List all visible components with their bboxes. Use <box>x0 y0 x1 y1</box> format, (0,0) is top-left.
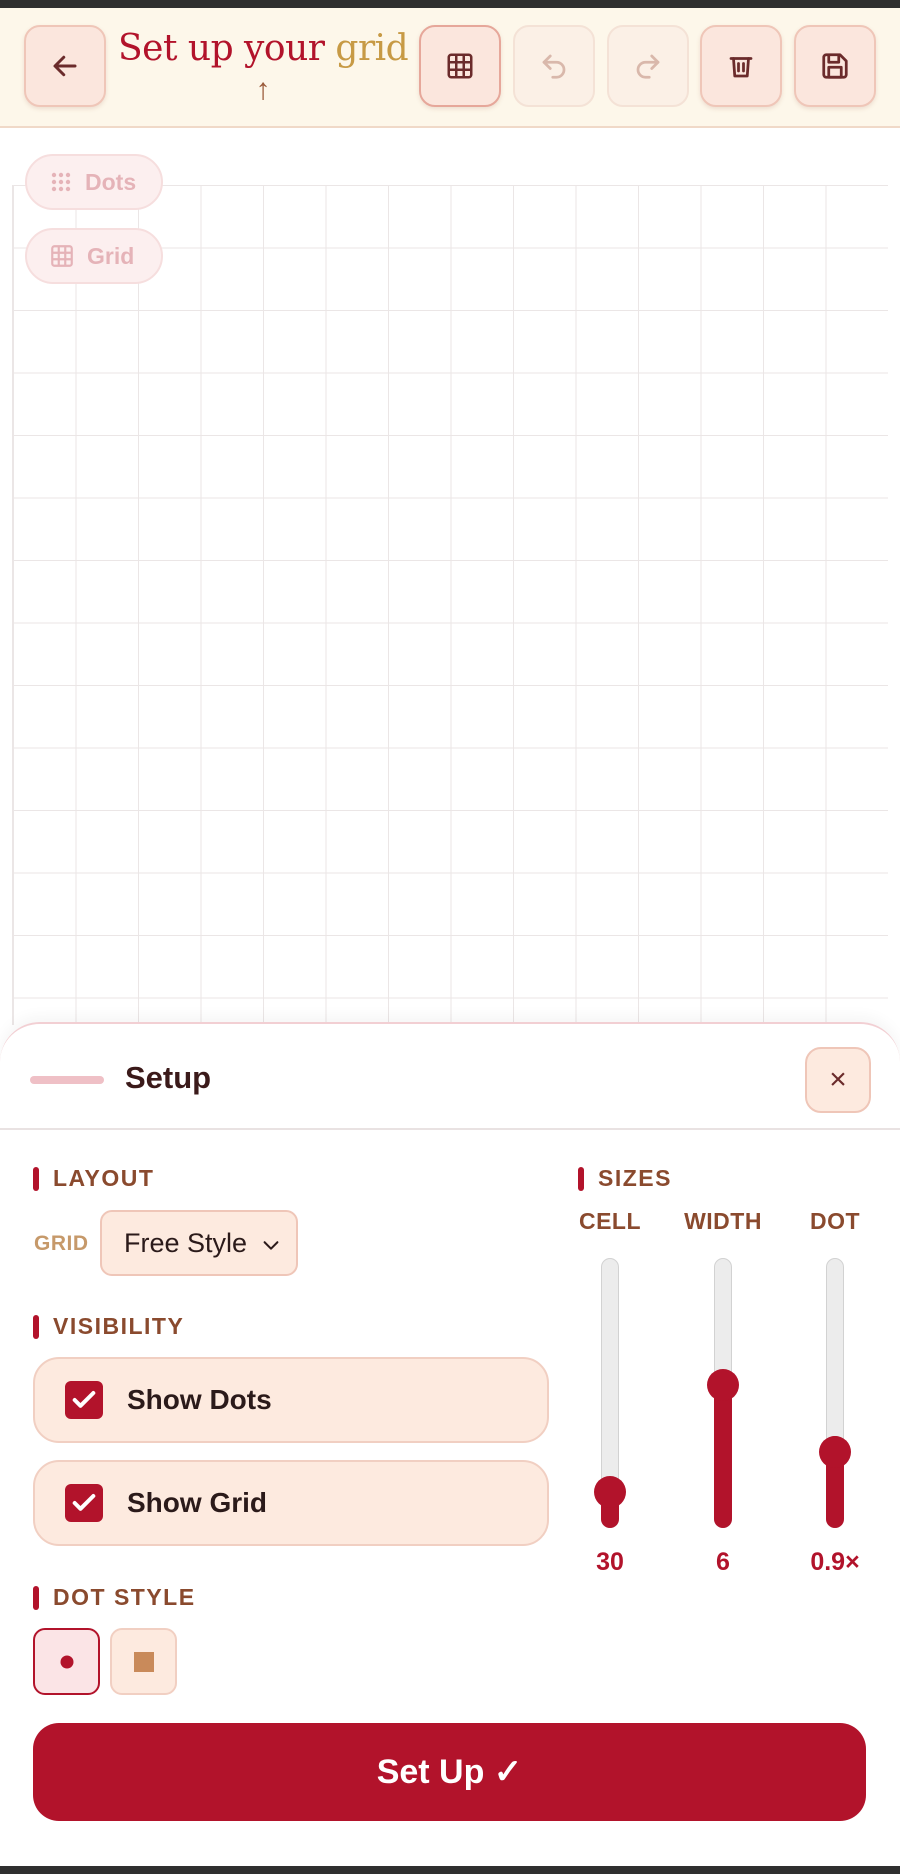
line-width-label: WIDTH <box>684 1208 762 1234</box>
undo-button[interactable] <box>513 25 595 107</box>
show-grid-checkbox[interactable] <box>65 1484 103 1522</box>
line-width-slider[interactable]: WIDTH 6 <box>668 1208 778 1576</box>
sheet-title: Setup <box>125 1060 212 1095</box>
line-width-knob[interactable] <box>707 1369 739 1401</box>
cell-size-track[interactable] <box>594 1258 626 1528</box>
grid-select-value: Free Style <box>124 1227 248 1258</box>
clear-button[interactable] <box>700 25 782 107</box>
dot-size-value: 0.9× <box>810 1548 860 1576</box>
back-button[interactable] <box>24 25 106 107</box>
grid-canvas[interactable] <box>12 185 888 1025</box>
title-arrow: ↑ <box>255 73 271 106</box>
show-grid-option[interactable]: Show Grid <box>33 1460 549 1546</box>
check-icon <box>72 1494 96 1511</box>
cell-size-value: 30 <box>596 1548 624 1576</box>
visibility-heading: VISIBILITY <box>33 1313 184 1340</box>
top-toolbar: Set up your grid ↑ <box>0 8 900 128</box>
grid-toggle[interactable]: Grid <box>25 228 163 284</box>
grid-select-label: GRID <box>34 1232 89 1255</box>
page-title: Set up your grid ↑ <box>118 16 409 126</box>
dot-size-slider[interactable]: DOT 0.9× <box>780 1208 890 1576</box>
dots-toggle[interactable]: Dots <box>25 154 163 210</box>
chevron-down-icon <box>263 1241 279 1250</box>
grid-toggle-label: Grid <box>87 242 135 269</box>
show-dots-label: Show Dots <box>127 1384 272 1415</box>
save-icon <box>822 53 848 79</box>
arrow-left-icon <box>53 55 77 77</box>
redo-icon <box>636 54 660 79</box>
window-edge-bottom <box>0 1866 900 1874</box>
show-dots-checkbox[interactable] <box>65 1381 103 1419</box>
grid-icon <box>447 53 473 79</box>
redo-button[interactable] <box>607 25 689 107</box>
dot-style-round-button[interactable] <box>33 1628 100 1695</box>
cell-size-label: CELL <box>578 1208 642 1234</box>
dot-size-knob[interactable] <box>819 1436 851 1468</box>
line-width-track[interactable] <box>707 1258 739 1528</box>
drag-handle[interactable] <box>30 1076 104 1084</box>
line-width-value: 6 <box>716 1548 730 1576</box>
dot-style-square-button[interactable] <box>110 1628 177 1695</box>
window-edge-top <box>0 0 900 8</box>
round-dot-icon <box>60 1655 73 1668</box>
show-dots-option[interactable]: Show Dots <box>33 1357 549 1443</box>
title-accent: grid <box>335 28 409 69</box>
check-icon <box>72 1391 96 1408</box>
set-up-button[interactable]: Set Up ✓ <box>33 1723 866 1821</box>
dot-style-heading: DOT STYLE <box>33 1584 196 1611</box>
title-main: Set up your <box>118 28 336 69</box>
set-up-label: Set Up ✓ <box>376 1753 523 1791</box>
undo-icon <box>542 54 566 79</box>
dot-size-label: DOT <box>809 1208 861 1234</box>
cell-size-knob[interactable] <box>594 1476 626 1508</box>
sheet-header: Setup × <box>0 1024 900 1130</box>
grid-toggle-button[interactable] <box>419 25 501 107</box>
layout-heading: LAYOUT <box>33 1165 154 1192</box>
dots-toggle-label: Dots <box>85 168 137 195</box>
show-grid-label: Show Grid <box>127 1487 267 1518</box>
close-button[interactable]: × <box>805 1047 871 1113</box>
square-dot-icon <box>133 1651 154 1672</box>
close-icon: × <box>829 1063 847 1096</box>
grid-select[interactable]: Free Style <box>100 1210 298 1276</box>
cell-size-slider[interactable]: CELL 30 <box>555 1208 665 1576</box>
trash-icon <box>729 57 753 78</box>
save-button[interactable] <box>794 25 876 107</box>
dot-size-track[interactable] <box>819 1258 851 1528</box>
grid-icon <box>49 243 75 269</box>
dots-icon <box>49 170 73 194</box>
sizes-heading: SIZES <box>578 1165 672 1192</box>
